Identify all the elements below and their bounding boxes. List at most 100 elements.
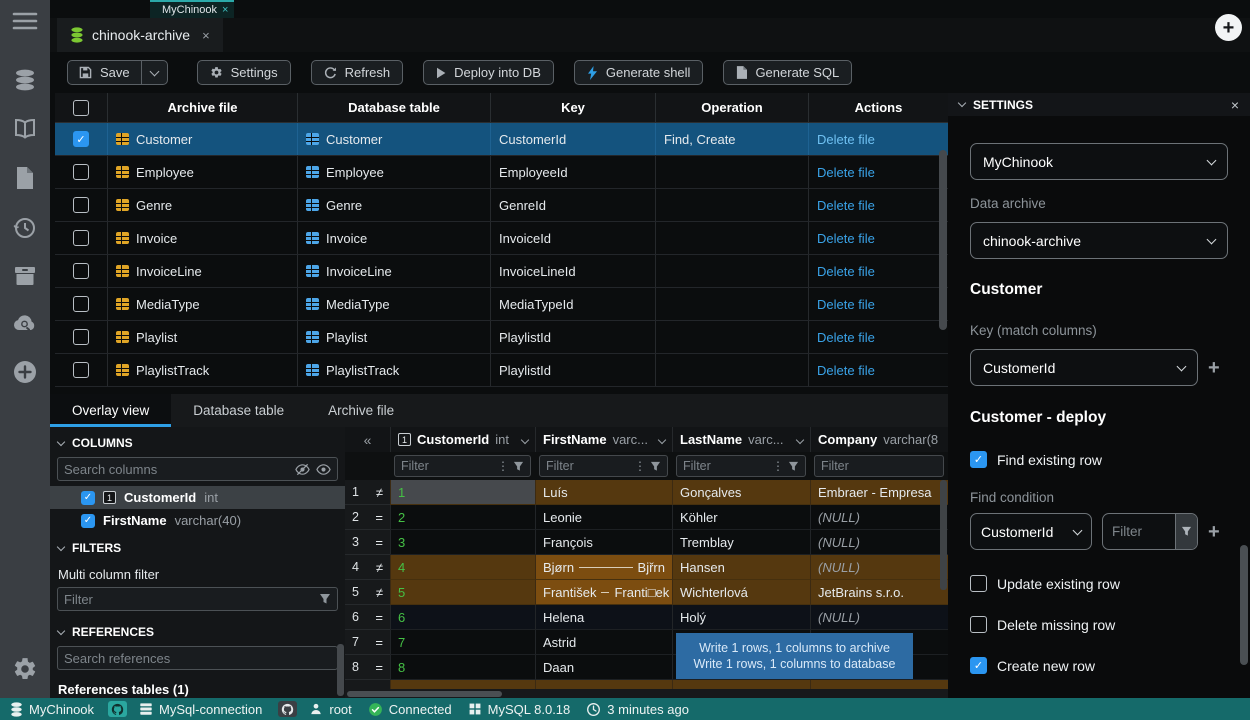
add-find-condition-button[interactable]: + (1208, 522, 1220, 542)
add-icon[interactable] (13, 360, 37, 384)
collapse-columns-button[interactable]: « (345, 427, 390, 452)
grid-row[interactable]: 3=3FrançoisTremblay(NULL) (345, 530, 948, 555)
row-checkbox[interactable] (73, 296, 89, 312)
statusbar-connection[interactable]: MySql-connection (139, 702, 262, 717)
table-row[interactable]: ✓CustomerCustomerCustomerIdFind, CreateD… (55, 123, 948, 156)
database-icon[interactable] (13, 68, 37, 92)
tab-overlay-view[interactable]: Overlay view (50, 394, 171, 427)
settings-button[interactable]: Settings (197, 60, 291, 85)
search-columns-input[interactable] (64, 462, 289, 477)
save-button[interactable]: Save (100, 65, 130, 80)
github-badge-teal[interactable] (108, 701, 127, 717)
create-new-checkbox[interactable]: ✓ (970, 657, 987, 674)
statusbar-user[interactable]: root (309, 702, 351, 717)
mapping-table-scrollbar[interactable] (938, 123, 948, 387)
delete-file-link[interactable]: Delete file (817, 330, 875, 345)
eye-icon[interactable] (316, 462, 331, 477)
eye-off-icon[interactable] (295, 462, 310, 477)
grid-filter-input[interactable] (546, 459, 630, 473)
grid-filter-input[interactable] (821, 459, 937, 473)
grid-cell-company[interactable]: Embraer - Empresa (810, 480, 948, 505)
close-icon[interactable]: × (222, 4, 228, 16)
columns-panel-scrollbar[interactable] (337, 644, 344, 696)
grid-column-header[interactable]: Companyvarchar(8 (810, 427, 948, 452)
github-badge-dark[interactable] (278, 701, 297, 717)
close-icon[interactable]: × (1231, 97, 1239, 113)
kebab-menu-icon[interactable]: ⋮ (772, 459, 784, 473)
grid-cell-id[interactable]: 1 (390, 480, 535, 505)
search-references-input[interactable] (64, 651, 331, 666)
grid-cell-id[interactable]: 6 (390, 605, 535, 630)
delete-file-link[interactable]: Delete file (817, 363, 875, 378)
grid-cell-company[interactable]: (NULL) (810, 605, 948, 630)
statusbar-status[interactable]: Connected (368, 702, 452, 717)
find-existing-row[interactable]: ✓ Find existing row (970, 451, 1228, 468)
statusbar-database[interactable]: MyChinook (10, 702, 94, 717)
row-checkbox[interactable] (73, 362, 89, 378)
delete-missing-checkbox[interactable] (970, 616, 987, 633)
delete-file-link[interactable]: Delete file (817, 132, 875, 147)
table-row[interactable]: MediaTypeMediaTypeMediaTypeIdDelete file (55, 288, 948, 321)
update-existing-row[interactable]: Update existing row (970, 575, 1228, 592)
grid-cell-company[interactable]: (NULL) (810, 555, 948, 580)
book-icon[interactable] (13, 118, 37, 140)
grid-row[interactable]: 4≠4BjørnBjřrnHansen(NULL) (345, 555, 948, 580)
close-icon[interactable]: × (202, 28, 210, 43)
column-item[interactable]: ✓1CustomerIdint (50, 486, 345, 509)
delete-file-link[interactable]: Delete file (817, 231, 875, 246)
grid-row[interactable]: 1≠1LuísGonçalvesEmbraer - Empresa (345, 480, 948, 505)
filter-funnel-icon[interactable] (319, 593, 331, 605)
references-section-header[interactable]: REFERENCES (50, 616, 345, 645)
grid-cell-firstname[interactable]: FrantišekFranti□ek (535, 580, 672, 605)
columns-section-header[interactable]: COLUMNS (50, 427, 345, 456)
cloud-search-icon[interactable] (12, 312, 38, 334)
row-checkbox[interactable]: ✓ (73, 131, 89, 147)
grid-cell-firstname[interactable]: Astrid (535, 630, 672, 655)
grid-cell-id[interactable]: 3 (390, 530, 535, 555)
delete-file-link[interactable]: Delete file (817, 264, 875, 279)
delete-file-link[interactable]: Delete file (817, 165, 875, 180)
find-condition-filter-input[interactable] (1103, 514, 1175, 549)
add-key-button[interactable]: + (1208, 358, 1220, 378)
data-archive-select[interactable]: chinook-archive (970, 222, 1228, 259)
row-checkbox[interactable] (73, 230, 89, 246)
menu-icon[interactable] (12, 12, 38, 30)
save-button-group[interactable]: Save (67, 60, 168, 85)
settings-scrollbar[interactable] (1240, 545, 1248, 665)
table-row[interactable]: PlaylistTrackPlaylistTrackPlaylistIdDele… (55, 354, 948, 387)
grid-cell-company[interactable]: (NULL) (810, 530, 948, 555)
grid-cell-id[interactable]: 2 (390, 505, 535, 530)
grid-cell-lastname[interactable]: Köhler (672, 505, 810, 530)
filter-funnel-button[interactable] (1175, 514, 1197, 549)
row-checkbox[interactable] (73, 263, 89, 279)
deploy-button[interactable]: Deploy into DB (423, 60, 554, 85)
history-icon[interactable] (13, 216, 37, 240)
grid-cell-firstname[interactable]: BjørnBjřrn (535, 555, 672, 580)
gear-icon[interactable] (12, 656, 38, 682)
update-existing-checkbox[interactable] (970, 575, 987, 592)
grid-horizontal-scrollbar[interactable] (345, 689, 948, 698)
grid-cell-firstname[interactable]: Daan (535, 655, 672, 680)
grid-cell-lastname[interactable]: Hansen (672, 555, 810, 580)
grid-cell-firstname[interactable]: Leonie (535, 505, 672, 530)
select-all-checkbox[interactable] (73, 100, 89, 116)
grid-cell-lastname[interactable]: Gonçalves (672, 480, 810, 505)
kebab-menu-icon[interactable]: ⋮ (634, 459, 646, 473)
tab-archive-file[interactable]: Archive file (306, 394, 416, 427)
scrollbar-thumb[interactable] (940, 480, 947, 590)
column-checkbox[interactable]: ✓ (81, 514, 95, 528)
filters-section-header[interactable]: FILTERS (50, 532, 345, 561)
row-checkbox[interactable] (73, 197, 89, 213)
grid-cell-id[interactable]: 5 (390, 580, 535, 605)
statusbar-last-sync[interactable]: 3 minutes ago (586, 702, 689, 717)
table-row[interactable]: InvoiceInvoiceInvoiceIdDelete file (55, 222, 948, 255)
column-checkbox[interactable]: ✓ (81, 491, 95, 505)
delete-file-link[interactable]: Delete file (817, 297, 875, 312)
grid-row[interactable]: 2=2LeonieKöhler(NULL) (345, 505, 948, 530)
key-select[interactable]: CustomerId (970, 349, 1198, 386)
grid-cell-id[interactable]: 8 (390, 655, 535, 680)
add-tab-button[interactable]: + (1215, 14, 1242, 41)
scrollbar-thumb[interactable] (347, 691, 502, 697)
tab-mychinook[interactable]: MyChinook × (150, 0, 234, 18)
multi-filter-input[interactable] (64, 592, 313, 607)
